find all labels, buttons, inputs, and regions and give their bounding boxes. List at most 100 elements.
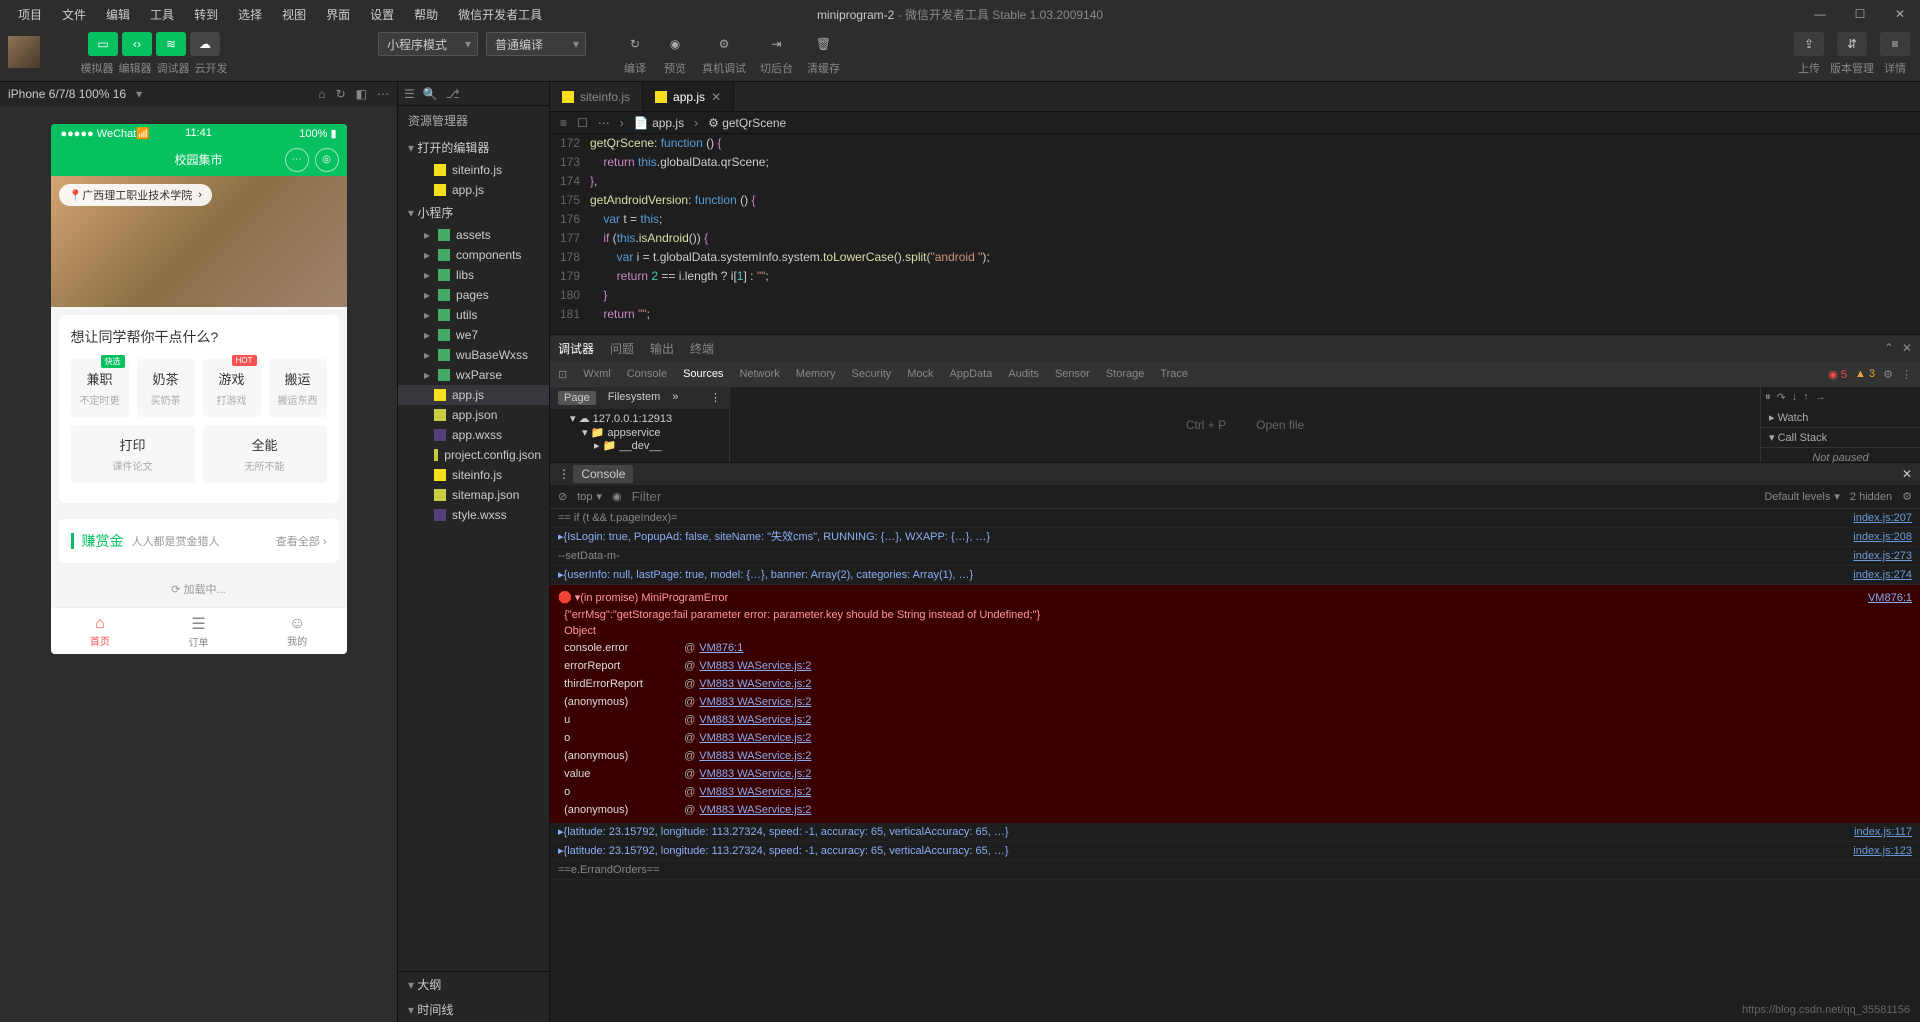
clear-console-icon[interactable]: ⊘ (558, 490, 567, 503)
bookmark-icon[interactable]: ☐ (577, 116, 588, 130)
open-editors-section[interactable]: 打开的编辑器 (398, 135, 549, 160)
devtools-tab-Memory[interactable]: Memory (796, 368, 836, 380)
align-icon[interactable]: ≡ (560, 116, 567, 130)
location-chip[interactable]: 📍广西理工职业技术学院 (59, 184, 212, 206)
folder-assets[interactable]: assets (398, 225, 549, 245)
cloud-dev-button[interactable]: ☁ (190, 32, 220, 56)
tile-搬运[interactable]: 搬运搬运东西 (269, 359, 327, 417)
element-picker-icon[interactable]: ⊡ (558, 368, 567, 381)
debugger-toggle[interactable]: ≋ (156, 32, 186, 56)
tab-problems[interactable]: 问题 (610, 340, 634, 357)
file-app.js[interactable]: app.js (398, 385, 549, 405)
menu-选择[interactable]: 选择 (228, 6, 272, 23)
branch-icon[interactable]: ⎇ (446, 87, 460, 101)
close-panel-icon[interactable]: ✕ (1902, 341, 1912, 355)
console-drawer-close[interactable]: ✕ (1902, 467, 1912, 481)
tile-兼职[interactable]: 快选兼职不定时更 (71, 359, 129, 417)
stack-link[interactable]: VM883 WAService.js:2 (699, 712, 811, 728)
上传-button[interactable]: ⇪ (1794, 32, 1824, 56)
editor-tab-app.js[interactable]: app.js✕ (643, 82, 734, 111)
pause-button[interactable]: ⏸ (1765, 391, 1771, 404)
devtools-tab-Sources[interactable]: Sources (683, 368, 723, 380)
device-select[interactable]: iPhone 6/7/8 100% 16 (8, 87, 126, 101)
breadcrumb-symbol[interactable]: ⚙ getQrScene (708, 116, 786, 130)
more-icon[interactable]: ⋯ (377, 87, 389, 101)
tab-output[interactable]: 输出 (650, 340, 674, 357)
devtools-settings-icon[interactable]: ⚙ (1883, 368, 1893, 381)
menu-设置[interactable]: 设置 (360, 6, 404, 23)
console-settings-icon[interactable]: ⚙ (1902, 490, 1912, 503)
maximize-button[interactable]: ☐ (1840, 0, 1880, 28)
tab-debugger[interactable]: 调试器 (558, 340, 594, 357)
stack-link[interactable]: VM883 WAService.js:2 (699, 748, 811, 764)
bonus-card[interactable]: 赚赏金 人人都是赏金猎人 查看全部 › (59, 519, 339, 563)
stack-link[interactable]: VM883 WAService.js:2 (699, 802, 811, 818)
menu-界面[interactable]: 界面 (316, 6, 360, 23)
editor-toggle[interactable]: ‹› (122, 32, 152, 56)
tab-首页[interactable]: ⌂首页 (51, 608, 150, 654)
watch-section[interactable]: ▸ Watch (1761, 408, 1920, 428)
sources-filesystem-tab[interactable]: Filesystem (608, 391, 661, 405)
close-tab-icon[interactable]: ✕ (711, 90, 721, 104)
close-button[interactable]: ✕ (1880, 0, 1920, 28)
outline-section[interactable]: 大纲 (398, 972, 549, 997)
stack-link[interactable]: VM883 WAService.js:2 (699, 766, 811, 782)
open-editor-siteinfo.js[interactable]: siteinfo.js (398, 160, 549, 180)
rotate-icon[interactable]: ↻ (336, 87, 346, 101)
code-editor[interactable]: 172173174175176177178179180181 getQrScen… (550, 134, 1920, 334)
menu-工具[interactable]: 工具 (140, 6, 184, 23)
context-select[interactable]: top ▾ (577, 490, 602, 503)
tile-奶茶[interactable]: 奶茶买奶茶 (137, 359, 195, 417)
file-app.wxss[interactable]: app.wxss (398, 425, 549, 445)
console-drawer-menu[interactable]: ⋮ (558, 467, 570, 481)
open-editor-app.js[interactable]: app.js (398, 180, 549, 200)
stack-link[interactable]: VM883 WAService.js:2 (699, 658, 811, 674)
stack-link[interactable]: VM883 WAService.js:2 (699, 730, 811, 746)
simulator-toggle[interactable]: ▭ (88, 32, 118, 56)
版本管理-button[interactable]: ⇵ (1837, 32, 1867, 56)
source-link[interactable]: index.js:208 (1853, 529, 1912, 545)
tile-打印[interactable]: 打印课件论文 (71, 425, 195, 483)
folder-wxParse[interactable]: wxParse (398, 365, 549, 385)
callstack-section[interactable]: ▾ Call Stack (1761, 428, 1920, 448)
file-app.json[interactable]: app.json (398, 405, 549, 425)
editor-tab-siteinfo.js[interactable]: siteinfo.js (550, 82, 643, 111)
folder-wuBaseWxss[interactable]: wuBaseWxss (398, 345, 549, 365)
home-icon[interactable]: ⌂ (318, 87, 325, 101)
breadcrumb[interactable]: ≡ ☐ ⋯ › 📄 app.js › ⚙ getQrScene (550, 112, 1920, 134)
tab-订单[interactable]: ☰订单 (149, 608, 248, 654)
source-link[interactable]: index.js:123 (1853, 843, 1912, 859)
compile-select[interactable]: 普通编译 (486, 32, 586, 56)
devtools-tab-Storage[interactable]: Storage (1106, 368, 1145, 380)
sources-menu-icon[interactable]: ⋮ (710, 391, 721, 405)
source-link[interactable]: index.js:274 (1853, 567, 1912, 583)
error-count[interactable]: ◉ 5 (1828, 368, 1847, 381)
explorer-icon[interactable]: ☰ (404, 87, 415, 101)
menu-文件[interactable]: 文件 (52, 6, 96, 23)
menu-微信开发者工具[interactable]: 微信开发者工具 (448, 6, 552, 23)
file-sitemap.json[interactable]: sitemap.json (398, 485, 549, 505)
devtools-tab-Security[interactable]: Security (852, 368, 892, 380)
source-link[interactable]: index.js:273 (1853, 548, 1912, 564)
menu-视图[interactable]: 视图 (272, 6, 316, 23)
file-style.wxss[interactable]: style.wxss (398, 505, 549, 525)
expand-icon[interactable]: ⌃ (1884, 341, 1894, 355)
编译-button[interactable]: ↻ (622, 32, 648, 56)
eye-icon[interactable]: ◉ (612, 490, 622, 503)
file-siteinfo.js[interactable]: siteinfo.js (398, 465, 549, 485)
stack-link[interactable]: VM883 WAService.js:2 (699, 694, 811, 710)
menu-转到[interactable]: 转到 (184, 6, 228, 23)
tile-全能[interactable]: 全能无所不能 (203, 425, 327, 483)
hidden-count[interactable]: 2 hidden (1850, 491, 1892, 503)
console-filter-input[interactable] (632, 489, 1755, 504)
step-out-button[interactable]: ↑ (1803, 391, 1809, 404)
tab-terminal[interactable]: 终端 (690, 340, 714, 357)
tile-游戏[interactable]: HOT游戏打游戏 (203, 359, 261, 417)
stack-link[interactable]: VM876:1 (699, 640, 743, 656)
mode-select[interactable]: 小程序模式 (378, 32, 478, 56)
devtools-tab-Mock[interactable]: Mock (907, 368, 933, 380)
devtools-tab-Trace[interactable]: Trace (1160, 368, 1188, 380)
真机调试-button[interactable]: ⚙ (711, 32, 737, 56)
menu-帮助[interactable]: 帮助 (404, 6, 448, 23)
stack-link[interactable]: VM883 WAService.js:2 (699, 784, 811, 800)
